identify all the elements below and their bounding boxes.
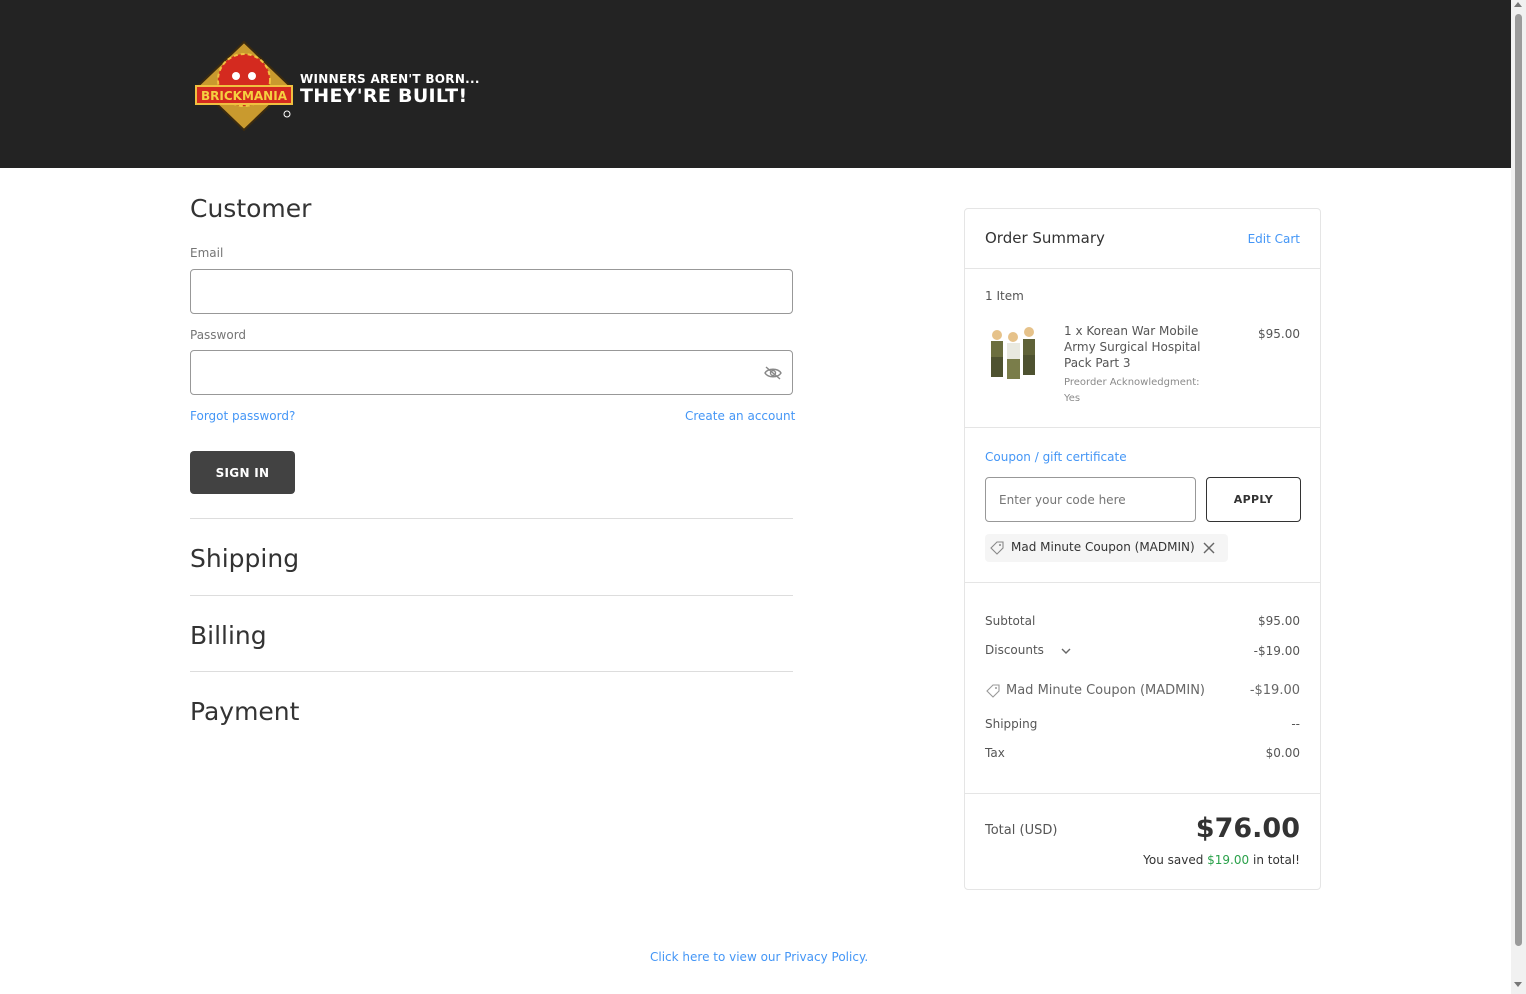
eye-slash-icon[interactable] — [763, 365, 783, 381]
subtotal-value: $95.00 — [1258, 614, 1300, 628]
scroll-down-arrow[interactable] — [1514, 982, 1522, 987]
discounts-toggle[interactable]: Discounts — [985, 643, 1044, 657]
summary-separator — [965, 793, 1320, 794]
item-name: 1 x Korean War Mobile Army Surgical Hosp… — [1064, 324, 1201, 370]
billing-heading: Billing — [190, 621, 267, 650]
summary-separator — [965, 582, 1320, 583]
privacy-policy-link[interactable]: Click here to view our Privacy Policy. — [650, 950, 868, 964]
payment-heading: Payment — [190, 697, 300, 726]
forgot-password-link[interactable]: Forgot password? — [190, 409, 295, 423]
total-label: Total (USD) — [985, 823, 1058, 838]
coupon-code-input[interactable]: Enter your code here — [985, 477, 1196, 522]
subtotal-label: Subtotal — [985, 614, 1036, 628]
summary-separator — [965, 427, 1320, 428]
discounts-value: -$19.00 — [1253, 644, 1300, 658]
email-label: Email — [190, 246, 224, 260]
shipping-value: -- — [1291, 717, 1300, 731]
total-value: $76.00 — [1195, 813, 1300, 844]
create-account-link[interactable]: Create an account — [685, 409, 795, 423]
email-field[interactable] — [190, 269, 793, 314]
divider — [190, 595, 793, 596]
vertical-scrollbar[interactable] — [1511, 0, 1526, 994]
item-count: 1 Item — [985, 289, 1024, 303]
order-summary-title: Order Summary — [985, 229, 1105, 247]
tax-label: Tax — [985, 746, 1005, 760]
product-thumbnail — [991, 327, 1035, 379]
edit-cart-link[interactable]: Edit Cart — [1248, 232, 1300, 246]
coupon-toggle-link[interactable]: Coupon / gift certificate — [985, 450, 1127, 464]
scroll-up-arrow[interactable] — [1514, 2, 1522, 7]
site-header: BRICKMANIA WINNERS AREN'T BORN... THEY'R… — [0, 0, 1511, 168]
item-option: Preorder Acknowledgment: Yes — [1064, 377, 1200, 404]
tag-icon — [986, 684, 1000, 698]
tag-icon — [990, 541, 1004, 555]
tax-value: $0.00 — [1265, 746, 1300, 760]
shipping-heading: Shipping — [190, 544, 300, 573]
applied-coupon-name: Mad Minute Coupon (MADMIN) — [1011, 540, 1195, 554]
password-label: Password — [190, 328, 247, 342]
logo-tagline-line1: WINNERS AREN'T BORN... — [300, 72, 480, 86]
saved-amount: $19.00 — [1207, 853, 1250, 867]
savings-message: You saved $19.00 in total! — [1143, 853, 1300, 867]
divider — [190, 671, 793, 672]
saved-prefix: You saved — [1143, 853, 1204, 867]
applied-coupon-chip: Mad Minute Coupon (MADMIN) — [985, 534, 1228, 562]
brickmania-logo[interactable]: BRICKMANIA WINNERS AREN'T BORN... THEY'R… — [192, 40, 479, 132]
scroll-thumb[interactable] — [1515, 14, 1522, 946]
logo-badge-text: BRICKMANIA — [201, 89, 288, 103]
close-icon[interactable] — [1203, 542, 1215, 554]
customer-heading: Customer — [190, 194, 312, 223]
discount-line-name: Mad Minute Coupon (MADMIN) — [1006, 683, 1205, 698]
logo-tagline-line2: THEY'RE BUILT! — [300, 85, 468, 107]
order-summary: Order Summary Edit Cart 1 Item 1 x Korea… — [964, 208, 1321, 890]
sign-in-button[interactable]: SIGN IN — [190, 451, 295, 494]
logo-badge-icon: BRICKMANIA — [195, 40, 293, 132]
divider — [190, 518, 793, 519]
summary-separator — [965, 268, 1320, 269]
shipping-label: Shipping — [985, 717, 1038, 731]
item-price: $95.00 — [1258, 327, 1300, 341]
password-field[interactable] — [190, 350, 793, 395]
saved-suffix: in total! — [1252, 853, 1300, 867]
discount-line-value: -$19.00 — [1249, 683, 1300, 698]
chevron-down-icon[interactable] — [1061, 646, 1071, 656]
apply-coupon-button[interactable]: APPLY — [1206, 477, 1301, 522]
